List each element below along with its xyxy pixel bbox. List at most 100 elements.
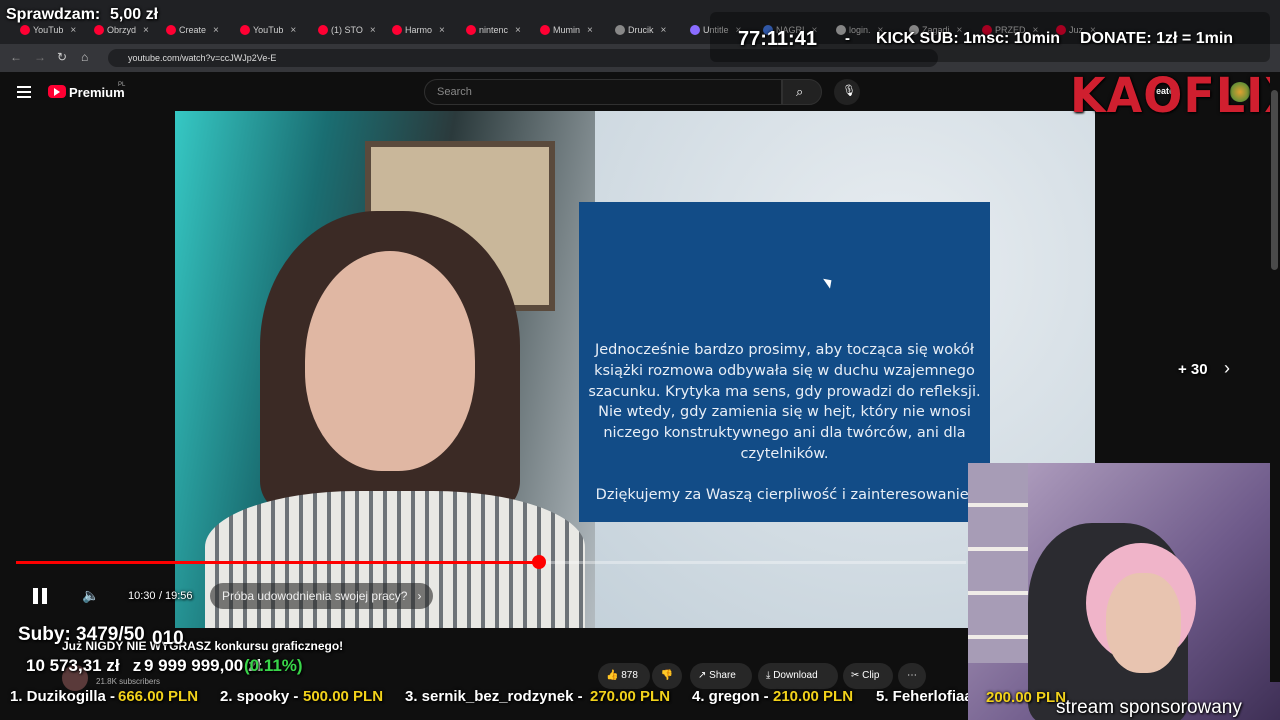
download-button[interactable]: ⤓ Download	[758, 663, 838, 689]
time-separator: /	[156, 590, 166, 602]
notice-line: szacunku. Krytyka ma sens, gdy prowadzi …	[588, 384, 981, 400]
tab-favicon-icon	[94, 25, 104, 35]
share-button[interactable]: ↗ Share	[690, 663, 752, 689]
browser-tab[interactable]: (1) STO ×	[318, 20, 388, 40]
browser-tab[interactable]: nintenc ×	[466, 20, 536, 40]
check-amount: 5,00 zł	[110, 6, 159, 23]
browser-tab[interactable]: Mumin ×	[540, 20, 610, 40]
play-logo-icon	[54, 88, 60, 96]
clip-label: Clip	[862, 670, 880, 681]
subs-goal: 010	[152, 628, 184, 649]
tab-favicon-icon	[392, 25, 402, 35]
close-tab-icon[interactable]: ×	[70, 25, 76, 36]
timer-dash: -	[845, 30, 850, 47]
home-icon[interactable]: ⌂	[81, 50, 88, 64]
tab-label: YouTub	[253, 25, 284, 35]
search-button[interactable]: ⌕	[782, 79, 822, 105]
skip-forward-label[interactable]: + 30	[1178, 361, 1208, 378]
volume-icon[interactable]: 🔈	[82, 587, 99, 604]
close-tab-icon[interactable]: ×	[515, 25, 521, 36]
reload-icon[interactable]: ↻	[57, 50, 67, 64]
back-icon[interactable]: ←	[10, 50, 22, 64]
close-tab-icon[interactable]: ×	[213, 25, 219, 36]
streamer-webcam	[968, 463, 1280, 720]
subathon-timer: 77:11:41	[738, 28, 817, 50]
donor-amount: 666.00 PLN	[118, 688, 199, 705]
close-tab-icon[interactable]: ×	[143, 25, 149, 36]
chapter-button[interactable]: Próba udowodnienia swojej pracy? ›	[210, 583, 434, 609]
close-tab-icon[interactable]: ×	[587, 25, 593, 36]
video-person-frame	[175, 111, 595, 628]
share-icon: ↗	[698, 670, 707, 681]
browser-tab[interactable]: Harmo ×	[392, 20, 462, 40]
thumbs-up-icon: 👍	[606, 670, 619, 681]
like-button[interactable]: 👍 878	[598, 663, 650, 689]
kaoflix-logo: KAOFLIX	[1070, 66, 1280, 124]
donor-rank: 1. Duzikogilla -	[10, 688, 116, 705]
voice-search-button[interactable]: 🎙	[834, 79, 860, 105]
tab-favicon-icon	[466, 25, 476, 35]
notice-line: Jednocześnie bardzo prosimy, aby tocząca…	[594, 342, 975, 358]
goal-percent: (0.11%)	[244, 656, 303, 675]
like-count: 878	[621, 670, 638, 681]
share-label: Share	[709, 670, 736, 681]
download-icon: ⤓	[766, 670, 771, 681]
pause-icon-bar	[42, 588, 47, 604]
tab-favicon-icon	[615, 25, 625, 35]
more-actions-button[interactable]: ⋯	[898, 663, 926, 689]
subs-counter: Suby: 3479/50	[18, 624, 145, 645]
chevron-right-icon: ›	[417, 589, 422, 603]
dislike-button[interactable]: 👎	[652, 663, 682, 689]
donor-amount: 270.00 PLN	[590, 688, 671, 705]
url-text: youtube.com/watch?v=ccJWJp2Ve-E	[128, 53, 277, 63]
tab-favicon-icon	[318, 25, 328, 35]
search-input[interactable]: Search	[424, 79, 782, 105]
menu-icon[interactable]	[17, 86, 31, 98]
sponsored-label: stream sponsorowany	[1056, 697, 1242, 718]
scrollbar-thumb[interactable]	[1271, 90, 1278, 270]
close-tab-icon[interactable]: ×	[661, 25, 667, 36]
download-label: Download	[773, 670, 818, 681]
search-placeholder: Search	[437, 86, 472, 98]
webcam-shelf	[968, 463, 1028, 663]
tab-label: Mumin	[553, 25, 581, 35]
time-total: 19:56	[165, 590, 193, 602]
donor-amount: 210.00 PLN	[773, 688, 854, 705]
region-label: PL	[118, 82, 126, 88]
tab-favicon-icon	[540, 25, 550, 35]
clip-button[interactable]: ✂ Clip	[843, 663, 893, 689]
close-tab-icon[interactable]: ×	[290, 25, 296, 36]
notice-line: książki rozmowa odbywała się w duchu wza…	[594, 363, 975, 379]
close-tab-icon[interactable]: ×	[439, 25, 445, 36]
tab-favicon-icon	[690, 25, 700, 35]
search-icon: ⌕	[796, 84, 804, 99]
pause-icon[interactable]	[33, 588, 38, 604]
progress-fill	[16, 561, 540, 564]
check-label: Sprawdzam:	[6, 6, 101, 23]
tab-label: Harmo	[405, 25, 433, 35]
kick-sub-rate: KICK SUB: 1msc: 10min	[876, 30, 1061, 47]
close-tab-icon[interactable]: ×	[370, 25, 376, 36]
goal-current: 10 573,31 zł	[26, 656, 120, 675]
tab-label: nintenc	[479, 25, 509, 35]
video-player[interactable]: Jednocześnie bardzo prosimy, aby tocząca…	[175, 111, 1095, 628]
tab-label: Drucik	[628, 25, 654, 35]
browser-tab[interactable]: Create ×	[166, 20, 236, 40]
browser-tab[interactable]: Drucik ×	[615, 20, 685, 40]
more-icon: ⋯	[907, 670, 917, 681]
mic-icon: 🎙	[842, 85, 856, 97]
donor-rank: 3. sernik_bez_rodzynek -	[405, 688, 583, 705]
tab-favicon-icon	[20, 25, 30, 35]
donor-rank: 4. gregon -	[692, 688, 769, 705]
notice-line: Nie wtedy, gdy zamienia się w hejt, któr…	[598, 404, 971, 420]
chevron-right-icon[interactable]: ›	[1224, 358, 1230, 379]
scissors-icon: ✂	[851, 670, 860, 681]
tab-favicon-icon	[240, 25, 250, 35]
tab-label: (1) STO	[331, 25, 363, 35]
tab-label: Create	[179, 25, 207, 35]
donate-rate: DONATE: 1zł = 1min	[1080, 30, 1234, 47]
donor-rank: 5. Feherlofiaa -	[876, 688, 982, 705]
browser-tab[interactable]: YouTub ×	[240, 20, 310, 40]
notice-thanks: Dziękujemy za Waszą cierpliwość i zainte…	[595, 487, 974, 503]
forward-icon[interactable]: →	[34, 50, 46, 64]
